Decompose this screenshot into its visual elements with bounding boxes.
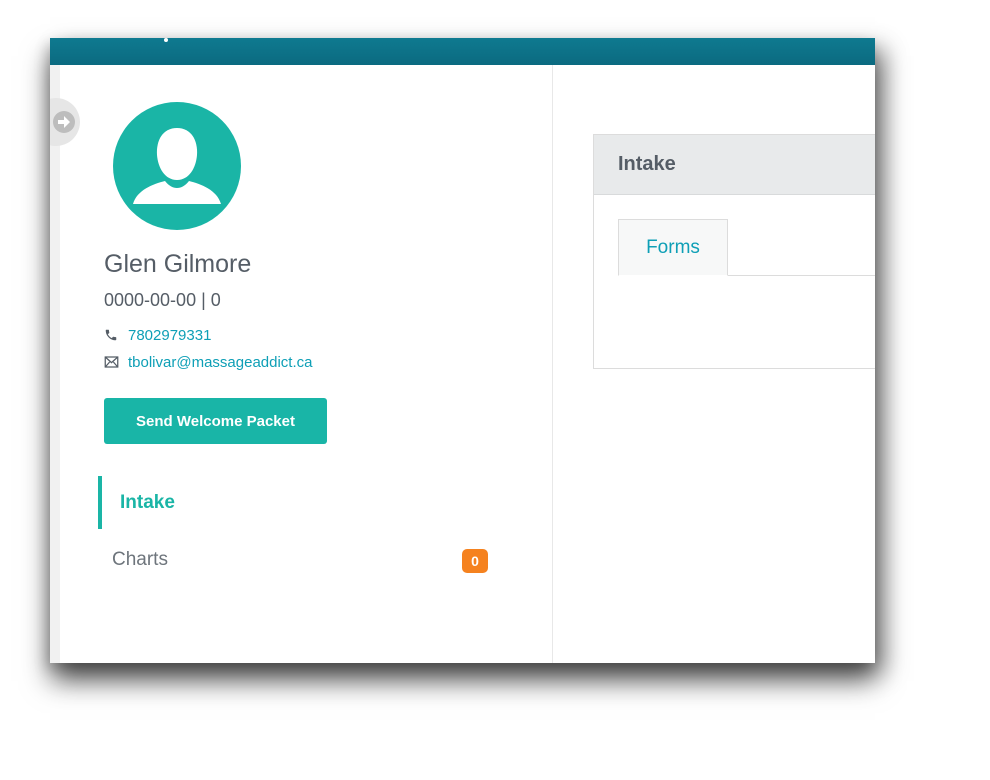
phone-row: 7802979331 xyxy=(104,325,211,345)
card-title: Intake xyxy=(594,135,875,195)
app-window: Glen Gilmore 0000-00-00 | 0 7802979331 t… xyxy=(50,38,875,663)
sidebar-edge xyxy=(50,65,60,663)
intake-card: Intake Forms xyxy=(593,134,875,369)
top-navbar xyxy=(50,38,875,65)
sidebar-item-label: Charts xyxy=(112,549,168,570)
phone-icon xyxy=(104,328,120,342)
patient-avatar xyxy=(113,102,241,230)
navbar-indicator-dot xyxy=(164,38,168,42)
patient-dob-line: 0000-00-00 | 0 xyxy=(104,290,221,310)
envelope-icon xyxy=(104,355,120,369)
main-content: Intake Forms xyxy=(553,65,875,663)
email-link[interactable]: tbolivar@massageaddict.ca xyxy=(128,354,312,371)
patient-name: Glen Gilmore xyxy=(104,250,252,278)
tab-label: Forms xyxy=(646,236,700,258)
sidebar-item-charts[interactable]: Charts xyxy=(98,538,490,582)
sidebar-item-label: Intake xyxy=(120,491,175,513)
phone-link[interactable]: 7802979331 xyxy=(128,327,211,344)
user-silhouette-icon xyxy=(133,128,221,204)
sidebar-item-intake[interactable]: Intake xyxy=(98,476,498,529)
charts-count-badge: 0 xyxy=(462,549,488,573)
send-welcome-packet-button[interactable]: Send Welcome Packet xyxy=(104,398,327,444)
tab-forms[interactable]: Forms xyxy=(618,219,728,276)
email-row: tbolivar@massageaddict.ca xyxy=(104,352,312,372)
arrow-right-icon xyxy=(52,110,76,134)
